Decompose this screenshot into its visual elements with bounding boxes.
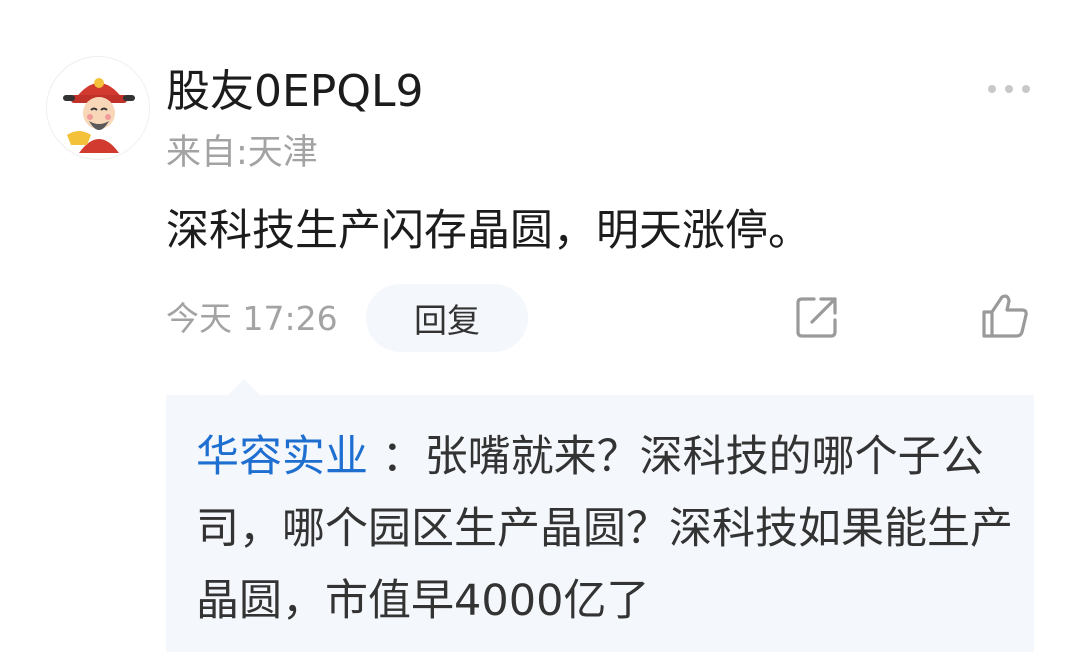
location-label: 来自:天津 (166, 133, 318, 173)
avatar[interactable] (46, 56, 150, 160)
thumbs-up-icon[interactable] (980, 292, 1030, 340)
reply-button-label: 回复 (414, 301, 480, 340)
share-icon[interactable] (794, 294, 840, 340)
reply-separator: ： (368, 432, 425, 482)
reply-box-notch (228, 379, 260, 395)
quoted-reply-body: 华容实业 ：张嘴就来？深科技的哪个子公司，哪个园区生产晶圆？深科技如果能生产晶圆… (196, 421, 1026, 637)
comment-timestamp: 今天 17:26 (166, 299, 338, 338)
quoted-reply: 华容实业 ：张嘴就来？深科技的哪个子公司，哪个园区生产晶圆？深科技如果能生产晶圆… (166, 395, 1034, 652)
reply-button[interactable]: 回复 (366, 284, 528, 352)
more-dots-icon[interactable] (984, 76, 1034, 102)
reply-author-link[interactable]: 华容实业 (196, 432, 368, 482)
fortune-god-avatar-icon (47, 57, 149, 159)
comment-content: 深科技生产闪存晶圆，明天涨停。 (166, 206, 811, 256)
username[interactable]: 股友0EPQL9 (166, 62, 423, 122)
